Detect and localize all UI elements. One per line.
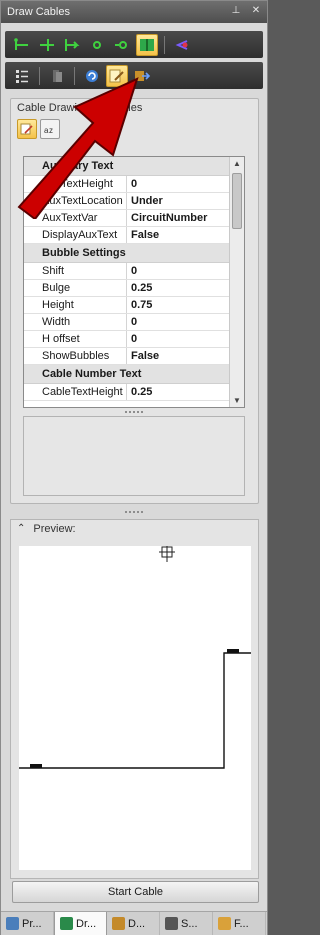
- tab-icon: [165, 917, 178, 930]
- property-value[interactable]: CircuitNumber: [127, 210, 244, 226]
- toolbar-divider: [39, 66, 40, 85]
- property-row[interactable]: H offset 0: [24, 331, 244, 348]
- property-name: AuxTextLocation: [24, 193, 127, 209]
- close-icon[interactable]: ✕: [249, 4, 263, 18]
- property-row[interactable]: Shift 0: [24, 263, 244, 280]
- property-row[interactable]: AuxTextHeight 0: [24, 176, 244, 193]
- property-row[interactable]: AuxTextLocation Under: [24, 193, 244, 210]
- preview-title: Preview:: [33, 522, 76, 535]
- panel-tab[interactable]: S...: [160, 912, 213, 935]
- pin-icon[interactable]: ⊥: [229, 4, 243, 18]
- property-grid-scrollbar[interactable]: ▲ ▼: [229, 157, 244, 407]
- cable-path: [19, 652, 251, 769]
- property-category[interactable]: Bubble Settings⌃: [24, 244, 244, 263]
- property-category-label: Cable Number Text: [42, 368, 142, 380]
- edit-properties-icon[interactable]: [106, 64, 128, 87]
- property-name: CableTextHeight: [24, 384, 127, 400]
- property-row[interactable]: DisplayAuxText False: [24, 227, 244, 244]
- cable-end-icon[interactable]: [111, 34, 133, 56]
- property-value[interactable]: 0.25: [127, 384, 244, 400]
- tab-icon: [112, 917, 125, 930]
- panel-tabs: Pr... Dr... D... S... F...: [1, 911, 267, 935]
- property-category-label: Auxiliary Text: [42, 160, 114, 172]
- cable-join-icon[interactable]: [61, 34, 83, 56]
- cable-end-marker: [227, 649, 239, 653]
- cable-start-icon[interactable]: [11, 34, 33, 56]
- start-cable-button[interactable]: Start Cable: [12, 881, 259, 903]
- property-name: Bulge: [24, 280, 127, 296]
- toolbar-divider: [164, 35, 165, 54]
- tab-label: D...: [128, 917, 146, 930]
- panel-tab[interactable]: Dr...: [54, 912, 107, 935]
- property-row[interactable]: Bulge 0.25: [24, 280, 244, 297]
- scroll-up-icon[interactable]: ▲: [230, 157, 244, 170]
- property-name: ShowBubbles: [24, 348, 127, 364]
- property-grid: Auxiliary Text⌃AuxTextHeight0AuxTextLoca…: [23, 156, 245, 408]
- scroll-thumb[interactable]: [232, 173, 242, 229]
- tab-label: Pr...: [22, 917, 42, 930]
- property-row[interactable]: CableTextHeight 0.25: [24, 384, 244, 401]
- tab-icon: [60, 917, 73, 930]
- cable-swap-icon[interactable]: [171, 34, 193, 56]
- svg-text:z: z: [49, 126, 53, 135]
- property-row[interactable]: AuxTextVar CircuitNumber: [24, 210, 244, 227]
- cable-book-icon[interactable]: [136, 33, 158, 56]
- property-value[interactable]: Under: [127, 193, 244, 209]
- refresh-icon[interactable]: [81, 65, 103, 87]
- tab-label: Dr...: [76, 917, 97, 930]
- panel-tab[interactable]: F...: [213, 912, 266, 935]
- view-tools-toolbar: [5, 62, 263, 89]
- property-row[interactable]: Height 0.75: [24, 297, 244, 314]
- property-category[interactable]: Cable Number Text⌃: [24, 365, 244, 384]
- property-value[interactable]: 0: [127, 263, 244, 279]
- collapse-icon[interactable]: ⌃: [17, 523, 25, 534]
- transfer-icon[interactable]: [131, 65, 153, 87]
- preview-canvas: [19, 546, 251, 870]
- draw-cables-panel: Draw Cables ⊥ ✕ Cable Drawing Properties…: [0, 0, 268, 935]
- property-name: Width: [24, 314, 127, 330]
- cable-preview-drawing: [19, 546, 251, 769]
- cable-start-marker: [30, 764, 42, 768]
- scroll-down-icon[interactable]: ▼: [230, 394, 244, 407]
- tab-icon: [218, 917, 231, 930]
- panel-splitter[interactable]: [1, 509, 267, 515]
- property-name: AuxTextVar: [24, 210, 127, 226]
- property-value[interactable]: 0: [127, 314, 244, 330]
- property-value[interactable]: False: [127, 227, 244, 243]
- panel-tab[interactable]: Pr...: [1, 912, 54, 935]
- cable-split-icon[interactable]: [36, 34, 58, 56]
- property-name: AuxTextHeight: [24, 176, 127, 192]
- property-row[interactable]: Width 0: [24, 314, 244, 331]
- cable-tools-toolbar: [5, 31, 263, 58]
- panel-titlebar: Draw Cables ⊥ ✕: [1, 1, 267, 23]
- property-category-label: Bubble Settings: [42, 247, 126, 259]
- property-row[interactable]: ShowBubbles False: [24, 348, 244, 365]
- categorized-view-icon[interactable]: [17, 119, 37, 139]
- property-name: Height: [24, 297, 127, 313]
- property-value[interactable]: 0: [127, 331, 244, 347]
- toolbar-divider: [74, 66, 75, 85]
- property-name: Shift: [24, 263, 127, 279]
- cable-dot-icon[interactable]: [86, 34, 108, 56]
- panel-title: Draw Cables: [7, 6, 70, 18]
- property-value[interactable]: 0: [127, 176, 244, 192]
- property-description-area: [23, 416, 245, 496]
- property-value[interactable]: False: [127, 348, 244, 364]
- properties-group-title: Cable Drawing Properties: [17, 101, 143, 114]
- property-name: DisplayAuxText: [24, 227, 127, 243]
- grid-splitter[interactable]: [1, 409, 267, 415]
- crosshair-icon: [159, 546, 175, 562]
- property-value[interactable]: 0.25: [127, 280, 244, 296]
- property-grid-rows: Auxiliary Text⌃AuxTextHeight0AuxTextLoca…: [24, 157, 244, 401]
- alphabetical-view-icon[interactable]: az: [40, 119, 60, 139]
- tab-label: F...: [234, 917, 249, 930]
- property-value[interactable]: 0.75: [127, 297, 244, 313]
- stack-icon[interactable]: [46, 65, 68, 87]
- tab-label: S...: [181, 917, 198, 930]
- property-name: H offset: [24, 331, 127, 347]
- property-category[interactable]: Auxiliary Text⌃: [24, 157, 244, 176]
- panel-tab[interactable]: D...: [107, 912, 160, 935]
- tab-icon: [6, 917, 19, 930]
- list-icon[interactable]: [11, 65, 33, 87]
